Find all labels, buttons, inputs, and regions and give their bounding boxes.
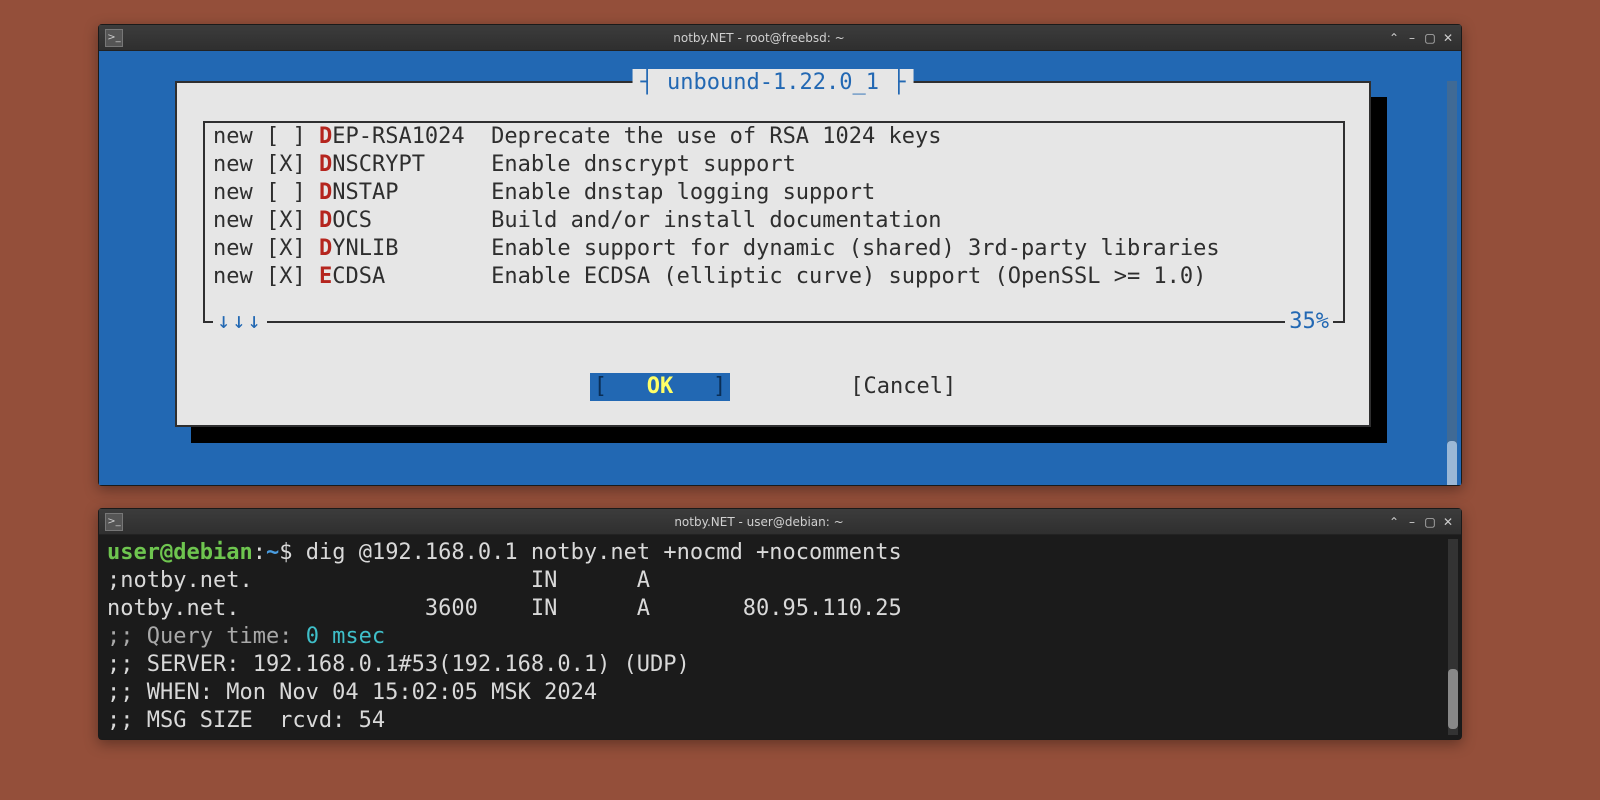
option-description: Build and/or install documentation: [491, 207, 941, 235]
close-button[interactable]: ✕: [1441, 31, 1455, 45]
option-description: Enable support for dynamic (shared) 3rd-…: [491, 235, 1219, 263]
terminal-window-debian: >_ notby.NET - user@debian: ~ ⌃ – ▢ ✕ us…: [98, 508, 1462, 740]
option-row[interactable]: new [ ] DEP-RSA1024 Deprecate the use of…: [205, 123, 1343, 151]
dig-when: ;; WHEN: Mon Nov 04 15:02:05 MSK 2024: [107, 680, 597, 705]
maximize-button[interactable]: ▢: [1423, 515, 1437, 529]
dig-msg-size: ;; MSG SIZE rcvd: 54: [107, 708, 385, 733]
option-description: Deprecate the use of RSA 1024 keys: [491, 123, 941, 151]
titlebar[interactable]: >_ notby.NET - root@freebsd: ~ ⌃ – ▢ ✕: [99, 25, 1461, 51]
rollup-button[interactable]: ⌃: [1387, 31, 1401, 45]
option-row[interactable]: new [X] DYNLIB Enable support for dynami…: [205, 235, 1343, 263]
option-checkbox[interactable]: [X]: [266, 207, 319, 235]
minimize-button[interactable]: –: [1405, 31, 1419, 45]
scroll-down-indicator: ↓↓↓: [213, 308, 267, 336]
option-description: Enable dnstap logging support: [491, 179, 875, 207]
close-button[interactable]: ✕: [1441, 515, 1455, 529]
dig-query-time-label: ;; Query time:: [107, 624, 306, 649]
terminal-icon: >_: [105, 29, 123, 47]
terminal-window-freebsd: >_ notby.NET - root@freebsd: ~ ⌃ – ▢ ✕ ┤…: [98, 24, 1462, 486]
terminal-viewport: ┤ unbound-1.22.0_1 ├ new [ ] DEP-RSA1024…: [99, 51, 1461, 485]
minimize-button[interactable]: –: [1405, 515, 1419, 529]
option-checkbox[interactable]: [X]: [266, 151, 319, 179]
cancel-button[interactable]: [Cancel]: [850, 373, 956, 401]
scrollbar[interactable]: [1447, 81, 1457, 477]
rollup-button[interactable]: ⌃: [1387, 515, 1401, 529]
dialog-title: ┤ unbound-1.22.0_1 ├: [633, 69, 914, 97]
window-title: notby.NET - user@debian: ~: [131, 515, 1387, 529]
terminal-icon: >_: [105, 513, 123, 531]
option-checkbox[interactable]: [ ]: [266, 123, 319, 151]
titlebar[interactable]: >_ notby.NET - user@debian: ~ ⌃ – ▢ ✕: [99, 509, 1461, 535]
option-row[interactable]: new [X] DNSCRYPT Enable dnscrypt support: [205, 151, 1343, 179]
option-row[interactable]: new [ ] DNSTAP Enable dnstap logging sup…: [205, 179, 1343, 207]
dig-server: ;; SERVER: 192.168.0.1#53(192.168.0.1) (…: [107, 652, 690, 677]
window-title: notby.NET - root@freebsd: ~: [131, 31, 1387, 45]
port-options-dialog: ┤ unbound-1.22.0_1 ├ new [ ] DEP-RSA1024…: [175, 81, 1371, 427]
option-description: Enable ECDSA (elliptic curve) support (O…: [491, 263, 1206, 291]
option-row[interactable]: new [X] DOCS Build and/or install docume…: [205, 207, 1343, 235]
command-line: dig @192.168.0.1 notby.net +nocmd +nocom…: [306, 540, 902, 565]
option-description: Enable dnscrypt support: [491, 151, 796, 179]
maximize-button[interactable]: ▢: [1423, 31, 1437, 45]
scrollbar[interactable]: [1448, 539, 1458, 735]
option-row[interactable]: new [X] ECDSA Enable ECDSA (elliptic cur…: [205, 263, 1343, 291]
dig-question: ;notby.net. IN A: [107, 568, 650, 593]
option-checkbox[interactable]: [X]: [266, 263, 319, 291]
options-list[interactable]: new [ ] DEP-RSA1024 Deprecate the use of…: [203, 121, 1345, 321]
terminal-viewport[interactable]: user@debian:~$ dig @192.168.0.1 notby.ne…: [99, 535, 1461, 739]
dig-answer: notby.net. 3600 IN A 80.95.110.25: [107, 596, 902, 621]
option-checkbox[interactable]: [X]: [266, 235, 319, 263]
scroll-percent: 35%: [1285, 308, 1333, 336]
options-bottom-border: [203, 321, 1345, 323]
terminal-output: user@debian:~$ dig @192.168.0.1 notby.ne…: [107, 539, 1453, 735]
option-checkbox[interactable]: [ ]: [266, 179, 319, 207]
dialog-button-row: [ OK ] [Cancel]: [177, 373, 1369, 401]
ok-button[interactable]: [ OK ]: [590, 373, 730, 401]
dig-query-time-value: 0 msec: [306, 624, 385, 649]
